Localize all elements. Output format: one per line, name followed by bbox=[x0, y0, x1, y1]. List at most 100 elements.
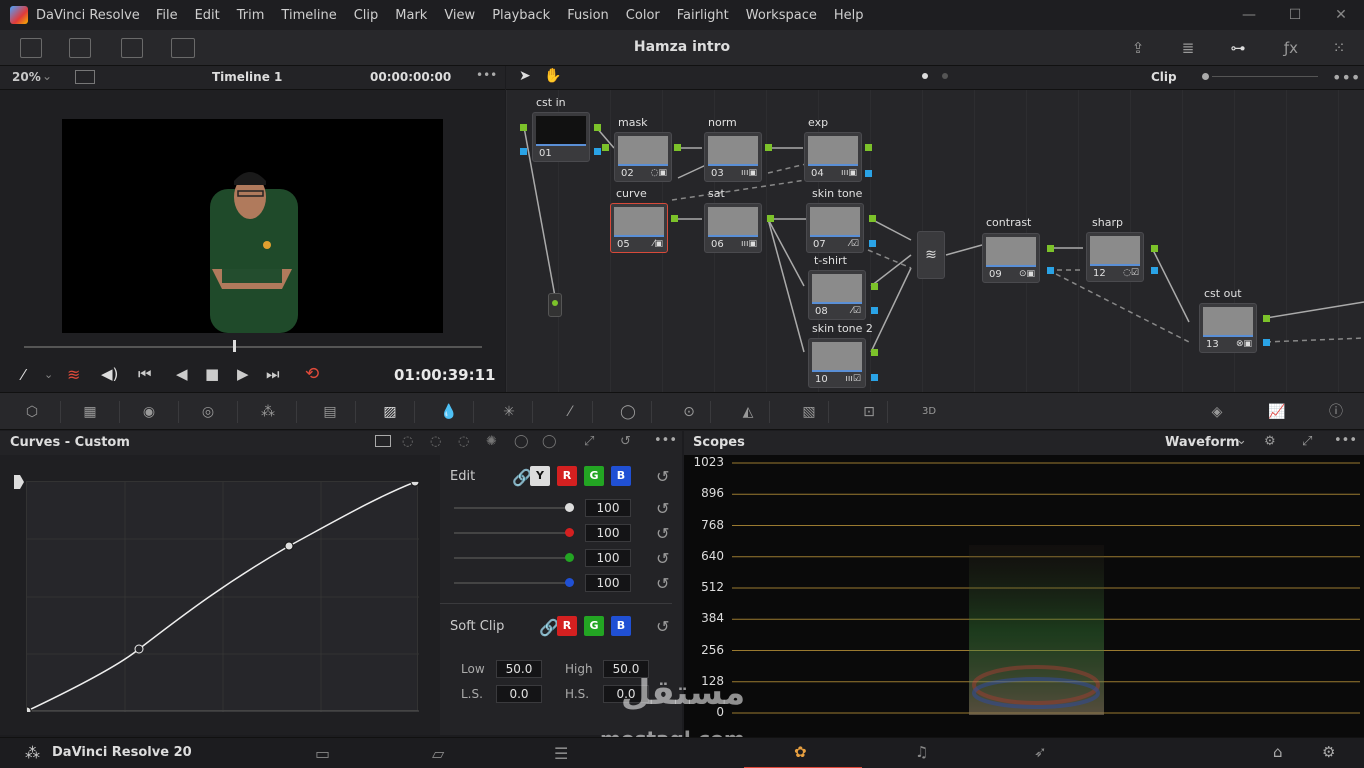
sat-vs-lum-icon[interactable]: ◯ bbox=[542, 434, 557, 449]
edit-page-icon[interactable]: ☰ bbox=[554, 744, 568, 763]
output-pin[interactable] bbox=[871, 374, 878, 381]
maximize-icon[interactable]: ☐ bbox=[1272, 7, 1318, 23]
output-pin[interactable] bbox=[1151, 267, 1158, 274]
scopes-icon[interactable]: 📈 bbox=[1265, 402, 1289, 422]
chevron-down-icon[interactable]: ⌄ bbox=[44, 368, 53, 381]
zoom-slider[interactable] bbox=[1212, 76, 1318, 77]
output-pin[interactable] bbox=[1047, 245, 1054, 252]
node-12[interactable]: 12 ◌☑ bbox=[1086, 232, 1144, 282]
scrub-bar[interactable] bbox=[24, 346, 482, 348]
camera-raw-icon[interactable]: ⬡ bbox=[20, 402, 44, 422]
custom-curve-icon[interactable] bbox=[375, 435, 391, 447]
pointer-icon[interactable]: ➤ bbox=[519, 68, 531, 84]
hue-vs-lum-icon[interactable]: ◌ bbox=[458, 434, 469, 449]
page-dot-active[interactable] bbox=[922, 73, 928, 79]
nodes-icon[interactable]: ⊶ bbox=[1225, 36, 1251, 60]
skip-back-icon[interactable]: ⏮ bbox=[138, 365, 152, 383]
tracker-icon[interactable]: ⊙ bbox=[677, 402, 701, 422]
r-intensity-slider[interactable] bbox=[454, 532, 570, 534]
settings-gear-icon[interactable]: ⚙ bbox=[1322, 743, 1335, 761]
skip-forward-icon[interactable]: ⏭ bbox=[266, 365, 280, 383]
output-pin[interactable] bbox=[1151, 245, 1158, 252]
menu-edit[interactable]: Edit bbox=[195, 8, 220, 23]
keyframes-icon[interactable]: ◈ bbox=[1205, 402, 1229, 422]
menu-timeline[interactable]: Timeline bbox=[281, 8, 336, 23]
scope-settings-icon[interactable]: ⚙ bbox=[1264, 434, 1276, 449]
viewer-mode-icon[interactable] bbox=[75, 70, 95, 84]
qualifier-icon[interactable]: ⁄ bbox=[558, 402, 582, 422]
fairlight-page-icon[interactable]: ♫ bbox=[915, 743, 928, 761]
chevron-down-icon[interactable]: ⌄ bbox=[42, 69, 52, 83]
node-graph[interactable]: cst in 01 mask 02 ◌▣ norm 03 ııı▣ exp 04… bbox=[506, 90, 1364, 392]
node-06[interactable]: 06 ııı▣ bbox=[704, 203, 762, 253]
node-02[interactable]: 02 ◌▣ bbox=[614, 132, 672, 182]
menu-workspace[interactable]: Workspace bbox=[746, 8, 817, 23]
hue-vs-hue-icon[interactable]: ◌ bbox=[402, 434, 413, 449]
node-03[interactable]: 03 ııı▣ bbox=[704, 132, 762, 182]
r-intensity-value[interactable]: 100 bbox=[585, 524, 631, 542]
channel-b-button[interactable]: B bbox=[611, 466, 631, 486]
motion-effects-icon[interactable]: ▤ bbox=[318, 402, 342, 422]
channel-r-button[interactable]: R bbox=[557, 466, 577, 486]
menu-trim[interactable]: Trim bbox=[237, 8, 265, 23]
key-pin[interactable] bbox=[552, 300, 558, 306]
menu-help[interactable]: Help bbox=[834, 8, 864, 23]
output-pin[interactable] bbox=[767, 215, 774, 222]
slider-knob[interactable] bbox=[565, 503, 574, 512]
stop-icon[interactable]: ■ bbox=[205, 365, 219, 383]
reset-icon[interactable]: ↺ bbox=[656, 467, 669, 486]
reset-icon[interactable]: ↺ bbox=[656, 499, 669, 518]
output-pin[interactable] bbox=[671, 215, 678, 222]
output-pin[interactable] bbox=[765, 144, 772, 151]
slider-knob[interactable] bbox=[565, 553, 574, 562]
curves-icon[interactable]: ▨ bbox=[378, 402, 402, 422]
volume-icon[interactable]: ◀) bbox=[101, 365, 118, 383]
output-pin[interactable] bbox=[674, 144, 681, 151]
g-intensity-value[interactable]: 100 bbox=[585, 549, 631, 567]
media-page-icon[interactable]: ▭ bbox=[315, 744, 330, 763]
output-pin[interactable] bbox=[1263, 339, 1270, 346]
play-reverse-icon[interactable]: ◀ bbox=[176, 365, 188, 383]
close-icon[interactable]: ✕ bbox=[1318, 7, 1364, 23]
eyedropper-icon[interactable]: ⁄ bbox=[22, 366, 25, 384]
output-pin[interactable] bbox=[869, 215, 876, 222]
output-pin[interactable] bbox=[1047, 267, 1054, 274]
color-match-icon[interactable]: ▦ bbox=[78, 402, 102, 422]
output-pin[interactable] bbox=[1263, 315, 1270, 322]
menu-playback[interactable]: Playback bbox=[492, 8, 550, 23]
output-pin[interactable] bbox=[865, 170, 872, 177]
reset-icon[interactable]: ↺ bbox=[656, 574, 669, 593]
rgb-mixer-icon[interactable]: ⁂ bbox=[256, 402, 280, 422]
input-pin[interactable] bbox=[520, 148, 527, 155]
slider-knob[interactable] bbox=[565, 528, 574, 537]
channel-y-button[interactable]: Y bbox=[530, 466, 550, 486]
menu-mark[interactable]: Mark bbox=[395, 8, 427, 23]
y-intensity-slider[interactable] bbox=[454, 507, 570, 509]
layer-mixer-node[interactable]: ≋ bbox=[917, 231, 945, 279]
expand-icon[interactable]: ⤢ bbox=[1302, 434, 1312, 449]
color-page-icon[interactable]: ✿ bbox=[794, 743, 807, 761]
input-pin[interactable] bbox=[520, 124, 527, 131]
hdr-icon[interactable]: ◎ bbox=[196, 402, 220, 422]
menu-fusion[interactable]: Fusion bbox=[567, 8, 609, 23]
menu-file[interactable]: File bbox=[156, 8, 178, 23]
primaries-icon[interactable]: ◉ bbox=[137, 402, 161, 422]
node-mode[interactable]: Clip bbox=[1151, 70, 1177, 84]
expand-icon[interactable]: ⤢ bbox=[584, 434, 594, 449]
reset-icon[interactable]: ↺ bbox=[656, 524, 669, 543]
menu-view[interactable]: View bbox=[444, 8, 475, 23]
clips-icon[interactable]: ≣ bbox=[1175, 36, 1201, 60]
3d-icon[interactable]: 3D bbox=[917, 402, 941, 422]
menu-fairlight[interactable]: Fairlight bbox=[677, 8, 729, 23]
color-warper-mesh-icon[interactable]: ✳ bbox=[497, 402, 521, 422]
menu-color[interactable]: Color bbox=[626, 8, 660, 23]
node-13[interactable]: 13 ⊗▣ bbox=[1199, 303, 1257, 353]
more-options-icon[interactable]: ••• bbox=[654, 433, 677, 448]
layers-icon[interactable]: ≋ bbox=[67, 365, 80, 384]
home-icon[interactable]: ⌂ bbox=[1273, 743, 1283, 761]
output-pin[interactable] bbox=[871, 307, 878, 314]
output-pin[interactable] bbox=[871, 283, 878, 290]
hand-icon[interactable]: ✋ bbox=[544, 68, 561, 84]
menu-clip[interactable]: Clip bbox=[354, 8, 379, 23]
lightbox-icon[interactable]: ⁙ bbox=[1326, 36, 1352, 60]
